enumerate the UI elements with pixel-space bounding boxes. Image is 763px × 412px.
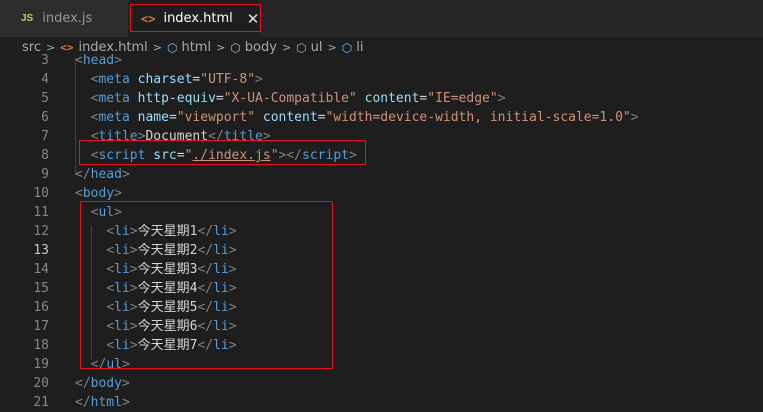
line-number: 5 bbox=[41, 91, 49, 106]
line-number: 17 bbox=[33, 319, 49, 334]
tab-index-js[interactable]: JS index.js bbox=[0, 0, 128, 37]
line-number: 16 bbox=[33, 300, 49, 315]
line-number: 20 bbox=[33, 376, 49, 391]
code-text[interactable]: <li>今天星期2</li> bbox=[75, 241, 236, 260]
tab-label: index.html bbox=[163, 11, 233, 26]
code-line[interactable]: 11 <ul> bbox=[0, 203, 763, 222]
code-line[interactable]: 10 <body> bbox=[0, 184, 763, 203]
code-text[interactable]: </body> bbox=[75, 374, 130, 393]
code-text[interactable]: <li>今天星期7</li> bbox=[75, 336, 236, 355]
code-line[interactable]: 18 <li>今天星期7</li> bbox=[0, 336, 763, 355]
code-text[interactable]: </head> bbox=[75, 165, 130, 184]
tab-bar: JS index.js <> index.html ✕ bbox=[0, 0, 763, 37]
code-line[interactable]: 7 <title>Document</title> bbox=[0, 127, 763, 146]
line-number: 15 bbox=[33, 281, 49, 296]
code-text[interactable]: </ul> bbox=[75, 355, 130, 374]
code-line[interactable]: 4 <meta charset="UTF-8"> bbox=[0, 70, 763, 89]
code-line[interactable]: 8 <script src="./index.js"></script> bbox=[0, 146, 763, 165]
js-file-icon: JS bbox=[21, 13, 34, 24]
code-text[interactable]: <script src="./index.js"></script> bbox=[75, 146, 357, 165]
code-text[interactable]: <meta http-equiv="X-UA-Compatible" conte… bbox=[75, 89, 506, 108]
line-number: 3 bbox=[41, 53, 49, 68]
code-text[interactable]: <li>今天星期6</li> bbox=[75, 317, 236, 336]
code-line[interactable]: 9 </head> bbox=[0, 165, 763, 184]
code-line[interactable]: 20 </body> bbox=[0, 374, 763, 393]
code-line[interactable]: 12 <li>今天星期1</li> bbox=[0, 222, 763, 241]
code-text[interactable]: <li>今天星期4</li> bbox=[75, 279, 236, 298]
code-text[interactable]: <body> bbox=[75, 184, 122, 203]
code-line[interactable]: 14 <li>今天星期3</li> bbox=[0, 260, 763, 279]
line-number: 18 bbox=[33, 338, 49, 353]
code-text[interactable]: <li>今天星期1</li> bbox=[75, 222, 236, 241]
line-number: 7 bbox=[41, 129, 49, 144]
code-text[interactable]: <head> bbox=[75, 51, 122, 70]
line-number: 13 bbox=[33, 243, 49, 258]
code-line[interactable]: 13 <li>今天星期2</li> bbox=[0, 241, 763, 260]
line-number: 21 bbox=[33, 395, 49, 410]
code-line[interactable]: 6 <meta name="viewport" content="width=d… bbox=[0, 108, 763, 127]
line-number: 12 bbox=[33, 224, 49, 239]
line-number: 14 bbox=[33, 262, 49, 277]
code-text[interactable]: <ul> bbox=[75, 203, 122, 222]
close-icon[interactable]: ✕ bbox=[247, 10, 260, 28]
code-text[interactable]: <meta charset="UTF-8"> bbox=[75, 70, 263, 89]
line-number: 10 bbox=[33, 186, 49, 201]
code-text[interactable]: <meta name="viewport" content="width=dev… bbox=[75, 108, 639, 127]
line-number: 9 bbox=[41, 167, 49, 182]
tab-index-html[interactable]: <> index.html ✕ bbox=[129, 0, 259, 37]
code-line[interactable]: 3 <head> bbox=[0, 51, 763, 70]
code-text[interactable]: <li>今天星期3</li> bbox=[75, 260, 236, 279]
code-text[interactable]: <title>Document</title> bbox=[75, 127, 271, 146]
code-text[interactable]: <li>今天星期5</li> bbox=[75, 298, 236, 317]
line-number: 11 bbox=[33, 205, 49, 220]
tab-label: index.js bbox=[42, 11, 93, 26]
code-text[interactable]: </html> bbox=[75, 393, 130, 412]
code-line[interactable]: 17 <li>今天星期6</li> bbox=[0, 317, 763, 336]
line-number: 19 bbox=[33, 357, 49, 372]
code-editor[interactable]: 3 <head> 4 <meta charset="UTF-8"> 5 <meta h… bbox=[0, 53, 763, 412]
code-line[interactable]: 5 <meta http-equiv="X-UA-Compatible" con… bbox=[0, 89, 763, 108]
code-line[interactable]: 15 <li>今天星期4</li> bbox=[0, 279, 763, 298]
html-file-icon: <> bbox=[141, 11, 156, 26]
line-number: 6 bbox=[41, 110, 49, 125]
code-line[interactable]: 16 <li>今天星期5</li> bbox=[0, 298, 763, 317]
line-number: 4 bbox=[41, 72, 49, 87]
code-line[interactable]: 21 </html> bbox=[0, 393, 763, 412]
code-line[interactable]: 19 </ul> bbox=[0, 355, 763, 374]
line-number: 8 bbox=[41, 148, 49, 163]
